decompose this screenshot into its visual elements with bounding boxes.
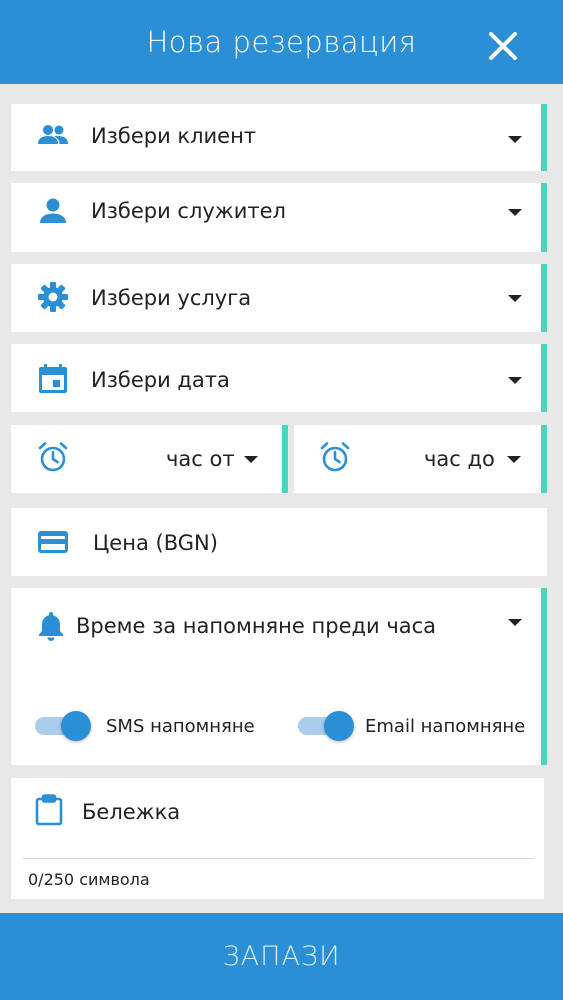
reminder-section: Време за напомняне преди часа SMS напомн… [11,588,547,765]
note-field[interactable]: Бележка 0/250 символа [11,778,544,899]
chevron-down-icon [508,295,522,302]
accent-bar [541,183,547,252]
employee-select[interactable]: Избери служител [11,183,547,252]
time-from-label: час от [166,447,235,471]
clipboard-icon [33,794,65,826]
accent-bar [541,425,547,493]
sms-reminder-label: SMS напомняне [106,716,255,737]
price-label: Цена (BGN) [93,531,218,555]
alarm-clock-icon [37,441,69,473]
reminder-select[interactable]: Време за напомняне преди часа [76,614,436,638]
chevron-down-icon [508,136,522,143]
page-title: Нова резервация [146,25,417,59]
people-icon [37,120,69,152]
toggle-knob [61,711,91,741]
bell-icon [35,610,67,642]
person-icon [37,195,69,227]
time-to-label: час до [424,447,495,471]
app-header: Нова резервация [0,0,563,84]
toggle-knob [324,711,354,741]
accent-bar [282,425,288,493]
time-to-select[interactable]: час до [294,425,547,493]
sms-reminder-toggle[interactable] [35,711,93,741]
credit-card-icon [37,526,69,558]
client-select[interactable]: Избери клиент [11,104,547,171]
date-select[interactable]: Избери дата [11,344,547,412]
chevron-down-icon [507,456,521,463]
gear-icon [37,281,69,313]
note-divider [23,858,534,859]
save-button[interactable]: ЗАПАЗИ [0,913,563,1000]
note-label: Бележка [82,800,181,824]
email-reminder-toggle[interactable] [298,711,356,741]
close-icon[interactable] [487,30,519,62]
time-from-select[interactable]: час от [11,425,288,493]
chevron-down-icon [508,209,522,216]
price-field[interactable]: Цена (BGN) [11,508,547,576]
service-label: Избери услуга [91,286,252,310]
email-reminder-label: Email напомняне [365,716,526,737]
calendar-icon [37,363,69,395]
accent-bar [541,588,547,765]
chevron-down-icon [244,456,258,463]
alarm-clock-icon [319,441,351,473]
employee-label: Избери служител [91,199,286,223]
note-counter: 0/250 символа [28,870,150,889]
service-select[interactable]: Избери услуга [11,264,547,332]
accent-bar [541,104,547,171]
chevron-down-icon[interactable] [508,619,522,626]
save-label: ЗАПАЗИ [222,941,341,972]
chevron-down-icon [508,377,522,384]
accent-bar [541,264,547,332]
date-label: Избери дата [91,368,230,392]
client-label: Избери клиент [91,124,257,148]
accent-bar [541,344,547,412]
